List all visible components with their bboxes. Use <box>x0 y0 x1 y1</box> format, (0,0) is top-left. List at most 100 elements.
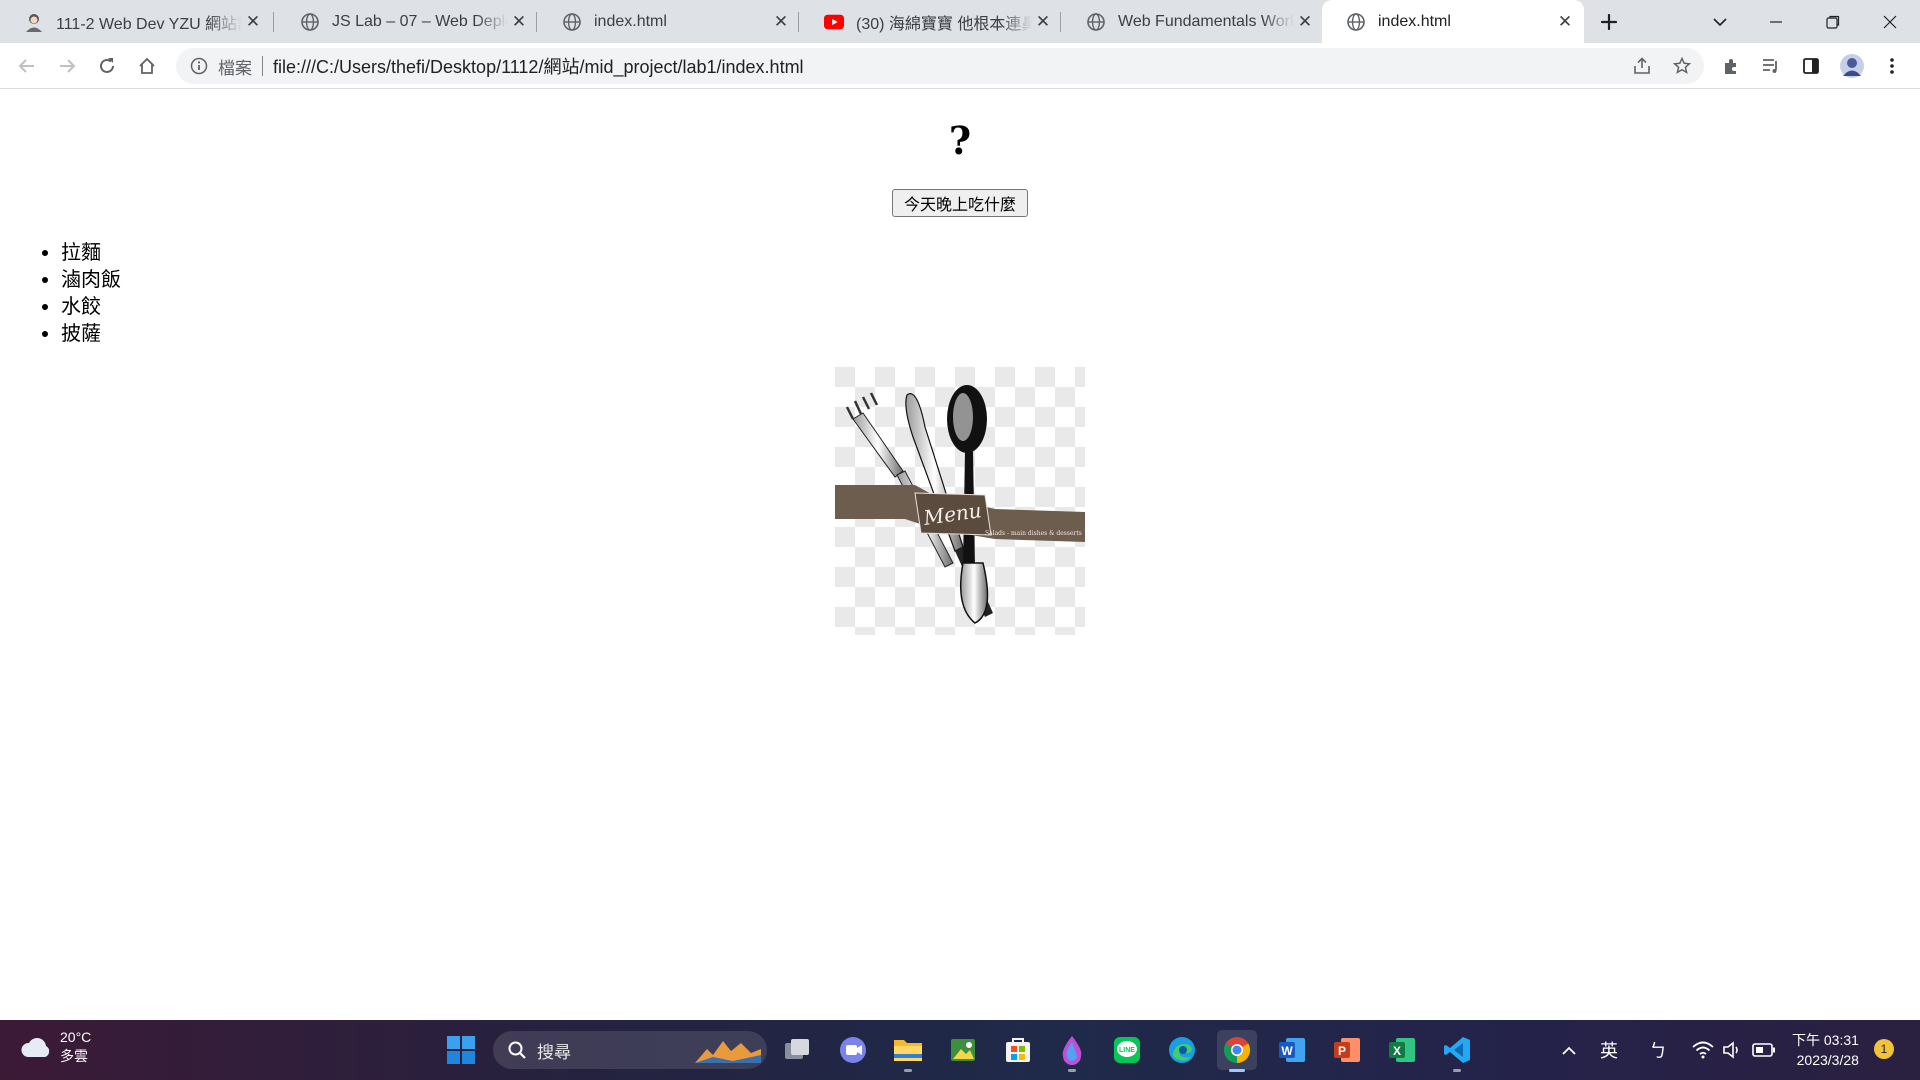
taskbar: 20°C 多雲 搜尋 LINE W P X 英 ㄅ 下午 03:31 2023/… <box>0 1020 1920 1080</box>
svg-text:LINE: LINE <box>1119 1047 1135 1054</box>
tab-6-active[interactable]: index.html ✕ <box>1322 0 1584 43</box>
tab-3[interactable]: index.html ✕ <box>538 0 800 43</box>
youtube-icon <box>824 12 844 32</box>
excel-app-button[interactable]: X <box>1382 1030 1422 1070</box>
tab-separator <box>798 12 799 32</box>
edge-browser-button[interactable] <box>1162 1030 1202 1070</box>
battery-button[interactable] <box>1750 1030 1778 1070</box>
photo-icon <box>951 1039 975 1061</box>
globe-icon <box>1086 12 1106 32</box>
excel-icon: X <box>1389 1038 1415 1062</box>
forward-button[interactable] <box>51 50 83 82</box>
close-icon[interactable]: ✕ <box>508 11 530 33</box>
paint-app-button[interactable] <box>1052 1030 1092 1072</box>
paint-drop-icon <box>1062 1036 1082 1065</box>
close-icon[interactable]: ✕ <box>1554 11 1576 33</box>
teams-chat-button[interactable] <box>833 1030 873 1070</box>
weather-widget[interactable]: 20°C 多雲 <box>20 1028 91 1066</box>
share-icon <box>1634 57 1650 74</box>
pick-dinner-button[interactable]: 今天晚上吃什麼 <box>892 189 1028 217</box>
speaker-icon <box>1723 1041 1738 1059</box>
list-item: 水餃 <box>61 293 121 320</box>
tab-1[interactable]: 111-2 Web Dev YZU 網站設計 ✕ <box>0 0 272 43</box>
vscode-app-button[interactable] <box>1437 1030 1477 1072</box>
tab-4[interactable]: (30) 海綿寶寶 他根本連鼻子都 ✕ <box>800 0 1062 43</box>
wifi-icon <box>1692 1041 1714 1059</box>
minimize-button[interactable] <box>1748 0 1804 43</box>
close-icon[interactable]: ✕ <box>1032 11 1054 33</box>
task-view-button[interactable] <box>778 1030 818 1070</box>
line-icon: LINE <box>1114 1037 1140 1063</box>
home-icon <box>139 57 155 74</box>
back-button[interactable] <box>11 50 43 82</box>
tab-search-button[interactable] <box>1692 0 1748 43</box>
notification-badge[interactable]: 1 <box>1874 1039 1894 1059</box>
word-icon: W <box>1279 1038 1305 1062</box>
photos-app-button[interactable] <box>943 1030 983 1070</box>
weather-temperature: 20°C <box>60 1029 92 1045</box>
powerpoint-app-button[interactable]: P <box>1327 1030 1367 1070</box>
volume-button[interactable] <box>1720 1030 1744 1070</box>
microsoft-store-button[interactable] <box>998 1030 1038 1070</box>
battery-icon <box>1752 1043 1775 1057</box>
media-button[interactable] <box>1755 50 1787 82</box>
clock[interactable]: 下午 03:31 2023/3/28 <box>1792 1030 1859 1070</box>
weather-condition: 多雲 <box>60 1048 88 1064</box>
show-hidden-icons-button[interactable] <box>1557 1030 1581 1070</box>
avatar-icon <box>24 12 44 32</box>
bookmark-button[interactable] <box>1666 49 1698 83</box>
chrome-browser-button[interactable] <box>1217 1030 1257 1072</box>
extensions-button[interactable] <box>1715 50 1747 82</box>
page-heading: ? <box>948 118 972 163</box>
line-app-button[interactable]: LINE <box>1107 1030 1147 1070</box>
network-button[interactable] <box>1690 1030 1716 1070</box>
share-button[interactable] <box>1626 49 1658 83</box>
close-icon[interactable]: ✕ <box>1294 11 1316 33</box>
start-button[interactable] <box>441 1030 481 1070</box>
edge-icon <box>1169 1037 1195 1063</box>
menu-image: Menu Salads - main dishes & desserts <box>835 367 1085 635</box>
tab-separator <box>1060 12 1061 32</box>
vscode-icon <box>1444 1037 1470 1063</box>
taskbar-search[interactable]: 搜尋 <box>493 1031 767 1069</box>
tab-title: Web Fundamentals Workshop <box>1118 12 1294 30</box>
close-window-button[interactable] <box>1862 0 1918 43</box>
ime-mode-button[interactable]: ㄅ <box>1644 1030 1672 1070</box>
task-view-icon <box>785 1039 809 1059</box>
word-app-button[interactable]: W <box>1272 1030 1312 1070</box>
kebab-menu-icon <box>1890 58 1894 74</box>
arrow-left-icon <box>18 59 34 73</box>
powerpoint-icon: P <box>1334 1038 1360 1062</box>
chevron-up-icon <box>1562 1046 1576 1055</box>
svg-text:W: W <box>1281 1044 1293 1058</box>
ribbon-subtext: Salads - main dishes & desserts <box>985 530 1082 537</box>
close-icon[interactable]: ✕ <box>242 11 264 33</box>
tab-5[interactable]: Web Fundamentals Workshop ✕ <box>1062 0 1324 43</box>
tab-separator <box>273 12 274 32</box>
home-button[interactable] <box>131 50 163 82</box>
reload-button[interactable] <box>91 50 123 82</box>
scheme-label: 檔案 <box>218 58 252 78</box>
close-icon <box>1883 15 1897 28</box>
menu-button[interactable] <box>1876 50 1908 82</box>
tab-2[interactable]: JS Lab – 07 – Web Deployment ✕ <box>276 0 538 43</box>
file-explorer-button[interactable] <box>888 1030 928 1072</box>
chevron-down-icon <box>1713 17 1727 26</box>
url-text[interactable]: file:///C:/Users/thefi/Desktop/1112/網站/m… <box>273 53 804 79</box>
close-icon[interactable]: ✕ <box>770 11 792 33</box>
side-panel-icon <box>1803 58 1819 74</box>
new-tab-button[interactable] <box>1594 7 1624 37</box>
tab-title: 111-2 Web Dev YZU 網站設計 <box>56 15 242 33</box>
address-bar[interactable]: 檔案 file:///C:/Users/thefi/Desktop/1112/網… <box>176 48 1704 84</box>
search-highlight-image <box>695 1041 761 1063</box>
side-panel-button[interactable] <box>1795 50 1827 82</box>
input-language-button[interactable]: 英 <box>1594 1030 1624 1070</box>
page-content: ? 今天晚上吃什麼 拉麵 滷肉飯 水餃 披薩 <box>0 89 1920 1020</box>
clock-time: 下午 03:31 <box>1792 1032 1859 1048</box>
restore-button[interactable] <box>1805 0 1861 43</box>
info-icon[interactable] <box>188 55 210 77</box>
restore-icon <box>1826 15 1840 29</box>
running-indicator <box>1068 1069 1076 1072</box>
profile-button[interactable] <box>1836 50 1868 82</box>
search-icon <box>508 1041 526 1059</box>
